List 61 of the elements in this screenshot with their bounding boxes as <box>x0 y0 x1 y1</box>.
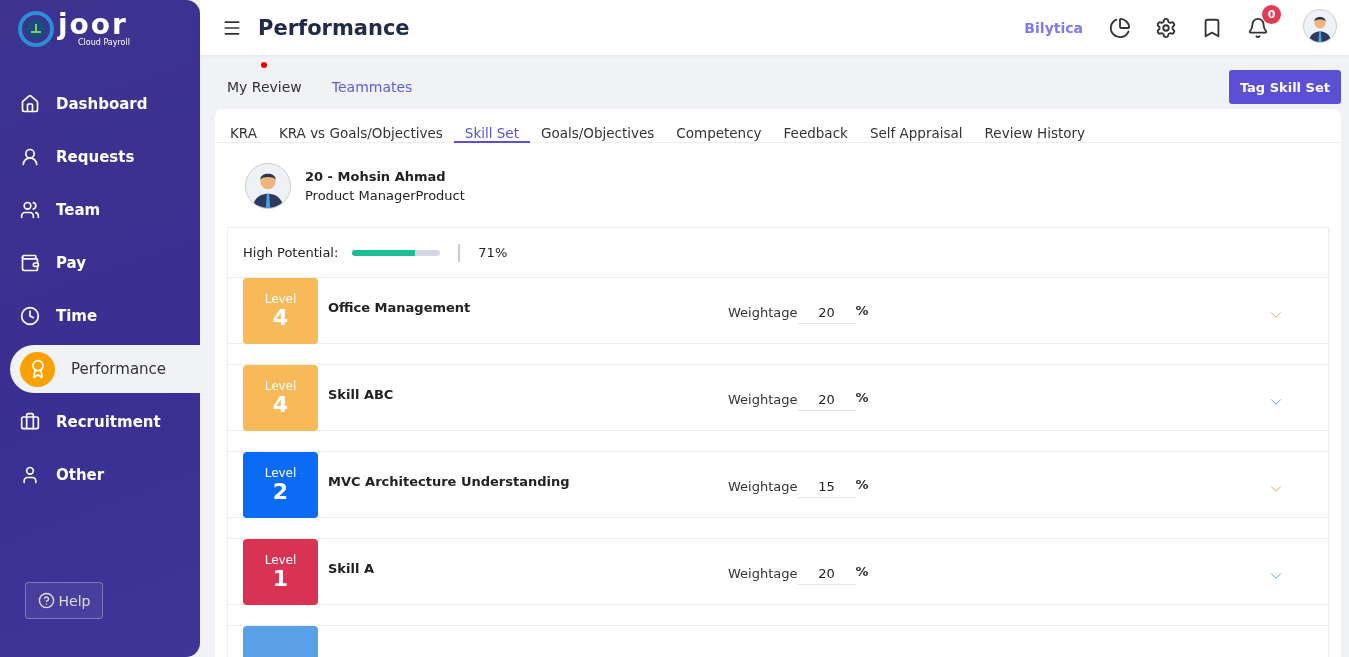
help-button[interactable]: Help <box>25 582 103 619</box>
avatar <box>1303 8 1337 43</box>
briefcase-icon <box>20 412 40 432</box>
bilytica-link[interactable]: Bilytica <box>1024 19 1083 36</box>
level-badge: Level 4 <box>243 278 318 344</box>
sidebar-item[interactable]: Requests <box>0 133 200 181</box>
house-icon <box>20 94 40 114</box>
tab[interactable]: Goals/Objectives <box>529 109 666 143</box>
tab[interactable]: Review History <box>973 109 1097 143</box>
brand-tagline: Cloud Payroll <box>78 37 130 47</box>
tab[interactable]: KRA vs Goals/Objectives <box>267 109 454 143</box>
percent-unit: % <box>855 477 869 492</box>
sidebar-item[interactable]: Performance <box>10 345 200 393</box>
level-badge: Level 2 <box>243 452 318 518</box>
logo-icon <box>18 11 54 47</box>
page-title: Performance <box>258 15 411 40</box>
sidebar-item[interactable]: Pay <box>0 239 200 287</box>
help-icon <box>37 592 55 609</box>
sidebar-item[interactable]: Other <box>0 451 200 499</box>
people-icon <box>20 200 40 220</box>
notification-badge: 0 <box>1262 4 1281 24</box>
tab[interactable]: Competency <box>665 109 773 143</box>
weightage-label: Weightage <box>728 392 798 407</box>
sidebar-item[interactable]: Time <box>0 292 200 340</box>
sidebar-item[interactable]: Recruitment <box>0 398 200 446</box>
sub-tab[interactable]: My Review <box>227 79 302 95</box>
tab[interactable]: Skill Set <box>453 109 530 143</box>
settings-icon[interactable] <box>1155 16 1177 39</box>
wallet-icon <box>20 253 40 273</box>
marker-dot-icon <box>261 62 268 68</box>
weightage-label: Weightage <box>728 479 798 494</box>
weightage-label: Weightage <box>728 305 798 320</box>
person-icon <box>20 465 40 485</box>
skill-name: Office Management <box>328 300 472 315</box>
sidebar-item[interactable]: Team <box>0 186 200 234</box>
weightage-label: Weightage <box>728 566 798 581</box>
avatar <box>245 163 291 209</box>
brand-name: joor <box>58 11 128 38</box>
skill-name: MVC Architecture Understanding <box>328 474 571 489</box>
skill-name: Skill A <box>328 561 375 576</box>
person-icon <box>20 147 40 167</box>
tab[interactable]: KRA <box>219 109 268 143</box>
employee-role: Product ManagerProduct <box>305 188 465 203</box>
pie-chart-icon[interactable] <box>1109 16 1131 39</box>
tab[interactable]: Feedback <box>772 109 859 143</box>
sidebar-item[interactable]: Dashboard <box>0 80 200 128</box>
percent-unit: % <box>855 564 869 579</box>
percent-unit: % <box>855 390 869 405</box>
sub-tab[interactable]: Teammates <box>331 79 413 95</box>
award-ribbon-icon <box>20 351 55 387</box>
potential-reading: 71% <box>478 245 508 260</box>
level-badge: Level 4 <box>243 365 318 431</box>
employee-name: 20 - Mohsin Ahmad <box>305 169 447 184</box>
percent-unit: % <box>855 303 869 318</box>
skill-name: Skill ABC <box>328 387 395 402</box>
bell-icon[interactable] <box>1247 16 1269 39</box>
tab[interactable]: Self Appraisal <box>858 109 974 143</box>
level-badge: Level 1 <box>243 539 318 605</box>
clock-icon <box>20 306 40 326</box>
tag-skill-set-button[interactable]: Tag Skill Set <box>1228 70 1341 104</box>
potential-label: High Potential: <box>243 245 339 260</box>
